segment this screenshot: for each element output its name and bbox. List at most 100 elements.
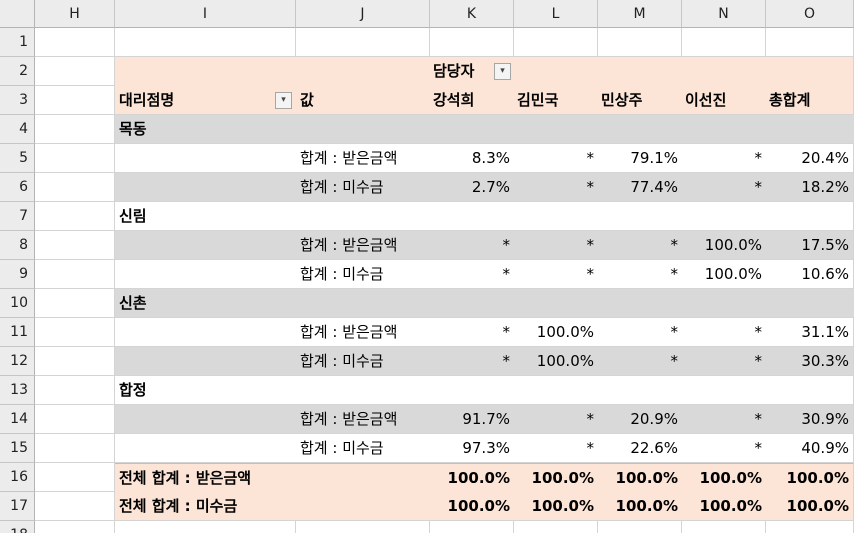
value-label[interactable]: 합계 : 받은금액 — [296, 405, 430, 434]
cell-H6[interactable] — [35, 173, 115, 202]
group-label[interactable]: 목동 — [115, 115, 854, 144]
group-label[interactable]: 신촌 — [115, 289, 854, 318]
cell-I9[interactable] — [115, 260, 296, 289]
grand-total-cell[interactable]: 100.0% — [766, 492, 854, 521]
value-cell[interactable]: 100.0% — [682, 260, 766, 289]
value-cell[interactable]: 77.4% — [598, 173, 682, 202]
cell-H16[interactable] — [35, 463, 115, 492]
cell-H5[interactable] — [35, 144, 115, 173]
row-header-3[interactable]: 3 — [0, 86, 35, 115]
cell-O18[interactable] — [766, 521, 854, 533]
row-header-16[interactable]: 16 — [0, 463, 35, 492]
row-header-12[interactable]: 12 — [0, 347, 35, 376]
filter-dropdown-icon[interactable]: ▾ — [494, 63, 511, 80]
value-cell[interactable]: * — [598, 318, 682, 347]
cell-H9[interactable] — [35, 260, 115, 289]
row-header-9[interactable]: 9 — [0, 260, 35, 289]
cell-K1[interactable] — [430, 28, 514, 57]
cell-H15[interactable] — [35, 434, 115, 463]
value-cell[interactable]: * — [430, 318, 514, 347]
value-cell[interactable]: * — [514, 173, 598, 202]
grand-total-cell[interactable]: 100.0% — [598, 463, 682, 492]
select-all-corner[interactable] — [0, 0, 35, 28]
filter-dropdown-icon[interactable]: ▾ — [275, 92, 292, 109]
cell-H1[interactable] — [35, 28, 115, 57]
cell-N18[interactable] — [682, 521, 766, 533]
column-header-L[interactable]: L — [514, 0, 598, 28]
value-cell[interactable]: * — [682, 173, 766, 202]
grand-total-label[interactable]: 전체 합계 : 미수금 — [115, 492, 430, 521]
cell-H8[interactable] — [35, 231, 115, 260]
total-cell[interactable]: 30.9% — [766, 405, 854, 434]
grand-total-cell[interactable]: 100.0% — [598, 492, 682, 521]
value-cell[interactable]: * — [682, 144, 766, 173]
cell-L2[interactable] — [514, 57, 598, 86]
column-header-M[interactable]: M — [598, 0, 682, 28]
grand-total-cell[interactable]: 100.0% — [766, 463, 854, 492]
pivot-column-field-cell[interactable]: 담당자 ▾ — [430, 57, 514, 86]
row-header-1[interactable]: 1 — [0, 28, 35, 57]
cell-H18[interactable] — [35, 521, 115, 533]
group-label[interactable]: 신림 — [115, 202, 854, 231]
cell-H14[interactable] — [35, 405, 115, 434]
value-label[interactable]: 합계 : 미수금 — [296, 434, 430, 463]
value-cell[interactable]: * — [598, 347, 682, 376]
cell-N1[interactable] — [682, 28, 766, 57]
cell-I18[interactable] — [115, 521, 296, 533]
value-cell[interactable]: * — [430, 347, 514, 376]
value-label[interactable]: 합계 : 받은금액 — [296, 144, 430, 173]
cell-H13[interactable] — [35, 376, 115, 405]
person-header-N[interactable]: 이선진 — [682, 86, 766, 115]
cell-I15[interactable] — [115, 434, 296, 463]
grand-total-label[interactable]: 전체 합계 : 받은금액 — [115, 463, 430, 492]
grand-total-cell[interactable]: 100.0% — [682, 492, 766, 521]
value-cell[interactable]: * — [514, 434, 598, 463]
cell-I11[interactable] — [115, 318, 296, 347]
cell-H7[interactable] — [35, 202, 115, 231]
grand-total-cell[interactable]: 100.0% — [430, 463, 514, 492]
column-header-N[interactable]: N — [682, 0, 766, 28]
value-cell[interactable]: 22.6% — [598, 434, 682, 463]
grand-total-header[interactable]: 총합계 — [766, 86, 854, 115]
grand-total-cell[interactable]: 100.0% — [514, 492, 598, 521]
grand-total-cell[interactable]: 100.0% — [430, 492, 514, 521]
cell-H17[interactable] — [35, 492, 115, 521]
row-header-2[interactable]: 2 — [0, 57, 35, 86]
column-header-O[interactable]: O — [766, 0, 854, 28]
total-cell[interactable]: 10.6% — [766, 260, 854, 289]
value-cell[interactable]: 91.7% — [430, 405, 514, 434]
cell-J1[interactable] — [296, 28, 430, 57]
row-header-4[interactable]: 4 — [0, 115, 35, 144]
value-cell[interactable]: 100.0% — [682, 231, 766, 260]
value-cell[interactable]: * — [682, 434, 766, 463]
cell-I14[interactable] — [115, 405, 296, 434]
value-cell[interactable]: 79.1% — [598, 144, 682, 173]
grand-total-cell[interactable]: 100.0% — [682, 463, 766, 492]
cell-L1[interactable] — [514, 28, 598, 57]
cell-M18[interactable] — [598, 521, 682, 533]
cell-I1[interactable] — [115, 28, 296, 57]
cell-H3[interactable] — [35, 86, 115, 115]
value-cell[interactable]: * — [430, 260, 514, 289]
row-header-11[interactable]: 11 — [0, 318, 35, 347]
value-label[interactable]: 합계 : 받은금액 — [296, 231, 430, 260]
value-cell[interactable]: 100.0% — [514, 347, 598, 376]
cell-M1[interactable] — [598, 28, 682, 57]
row-header-13[interactable]: 13 — [0, 376, 35, 405]
value-cell[interactable]: * — [682, 347, 766, 376]
cell-I2[interactable] — [115, 57, 296, 86]
row-header-5[interactable]: 5 — [0, 144, 35, 173]
value-cell[interactable]: * — [598, 231, 682, 260]
value-cell[interactable]: * — [514, 405, 598, 434]
row-header-15[interactable]: 15 — [0, 434, 35, 463]
column-header-H[interactable]: H — [35, 0, 115, 28]
person-header-L[interactable]: 김민국 — [514, 86, 598, 115]
row-header-10[interactable]: 10 — [0, 289, 35, 318]
value-cell[interactable]: * — [682, 405, 766, 434]
cell-N2[interactable] — [682, 57, 766, 86]
cell-H2[interactable] — [35, 57, 115, 86]
person-header-M[interactable]: 민상주 — [598, 86, 682, 115]
value-cell[interactable]: * — [430, 231, 514, 260]
row-header-17[interactable]: 17 — [0, 492, 35, 521]
cell-L18[interactable] — [514, 521, 598, 533]
